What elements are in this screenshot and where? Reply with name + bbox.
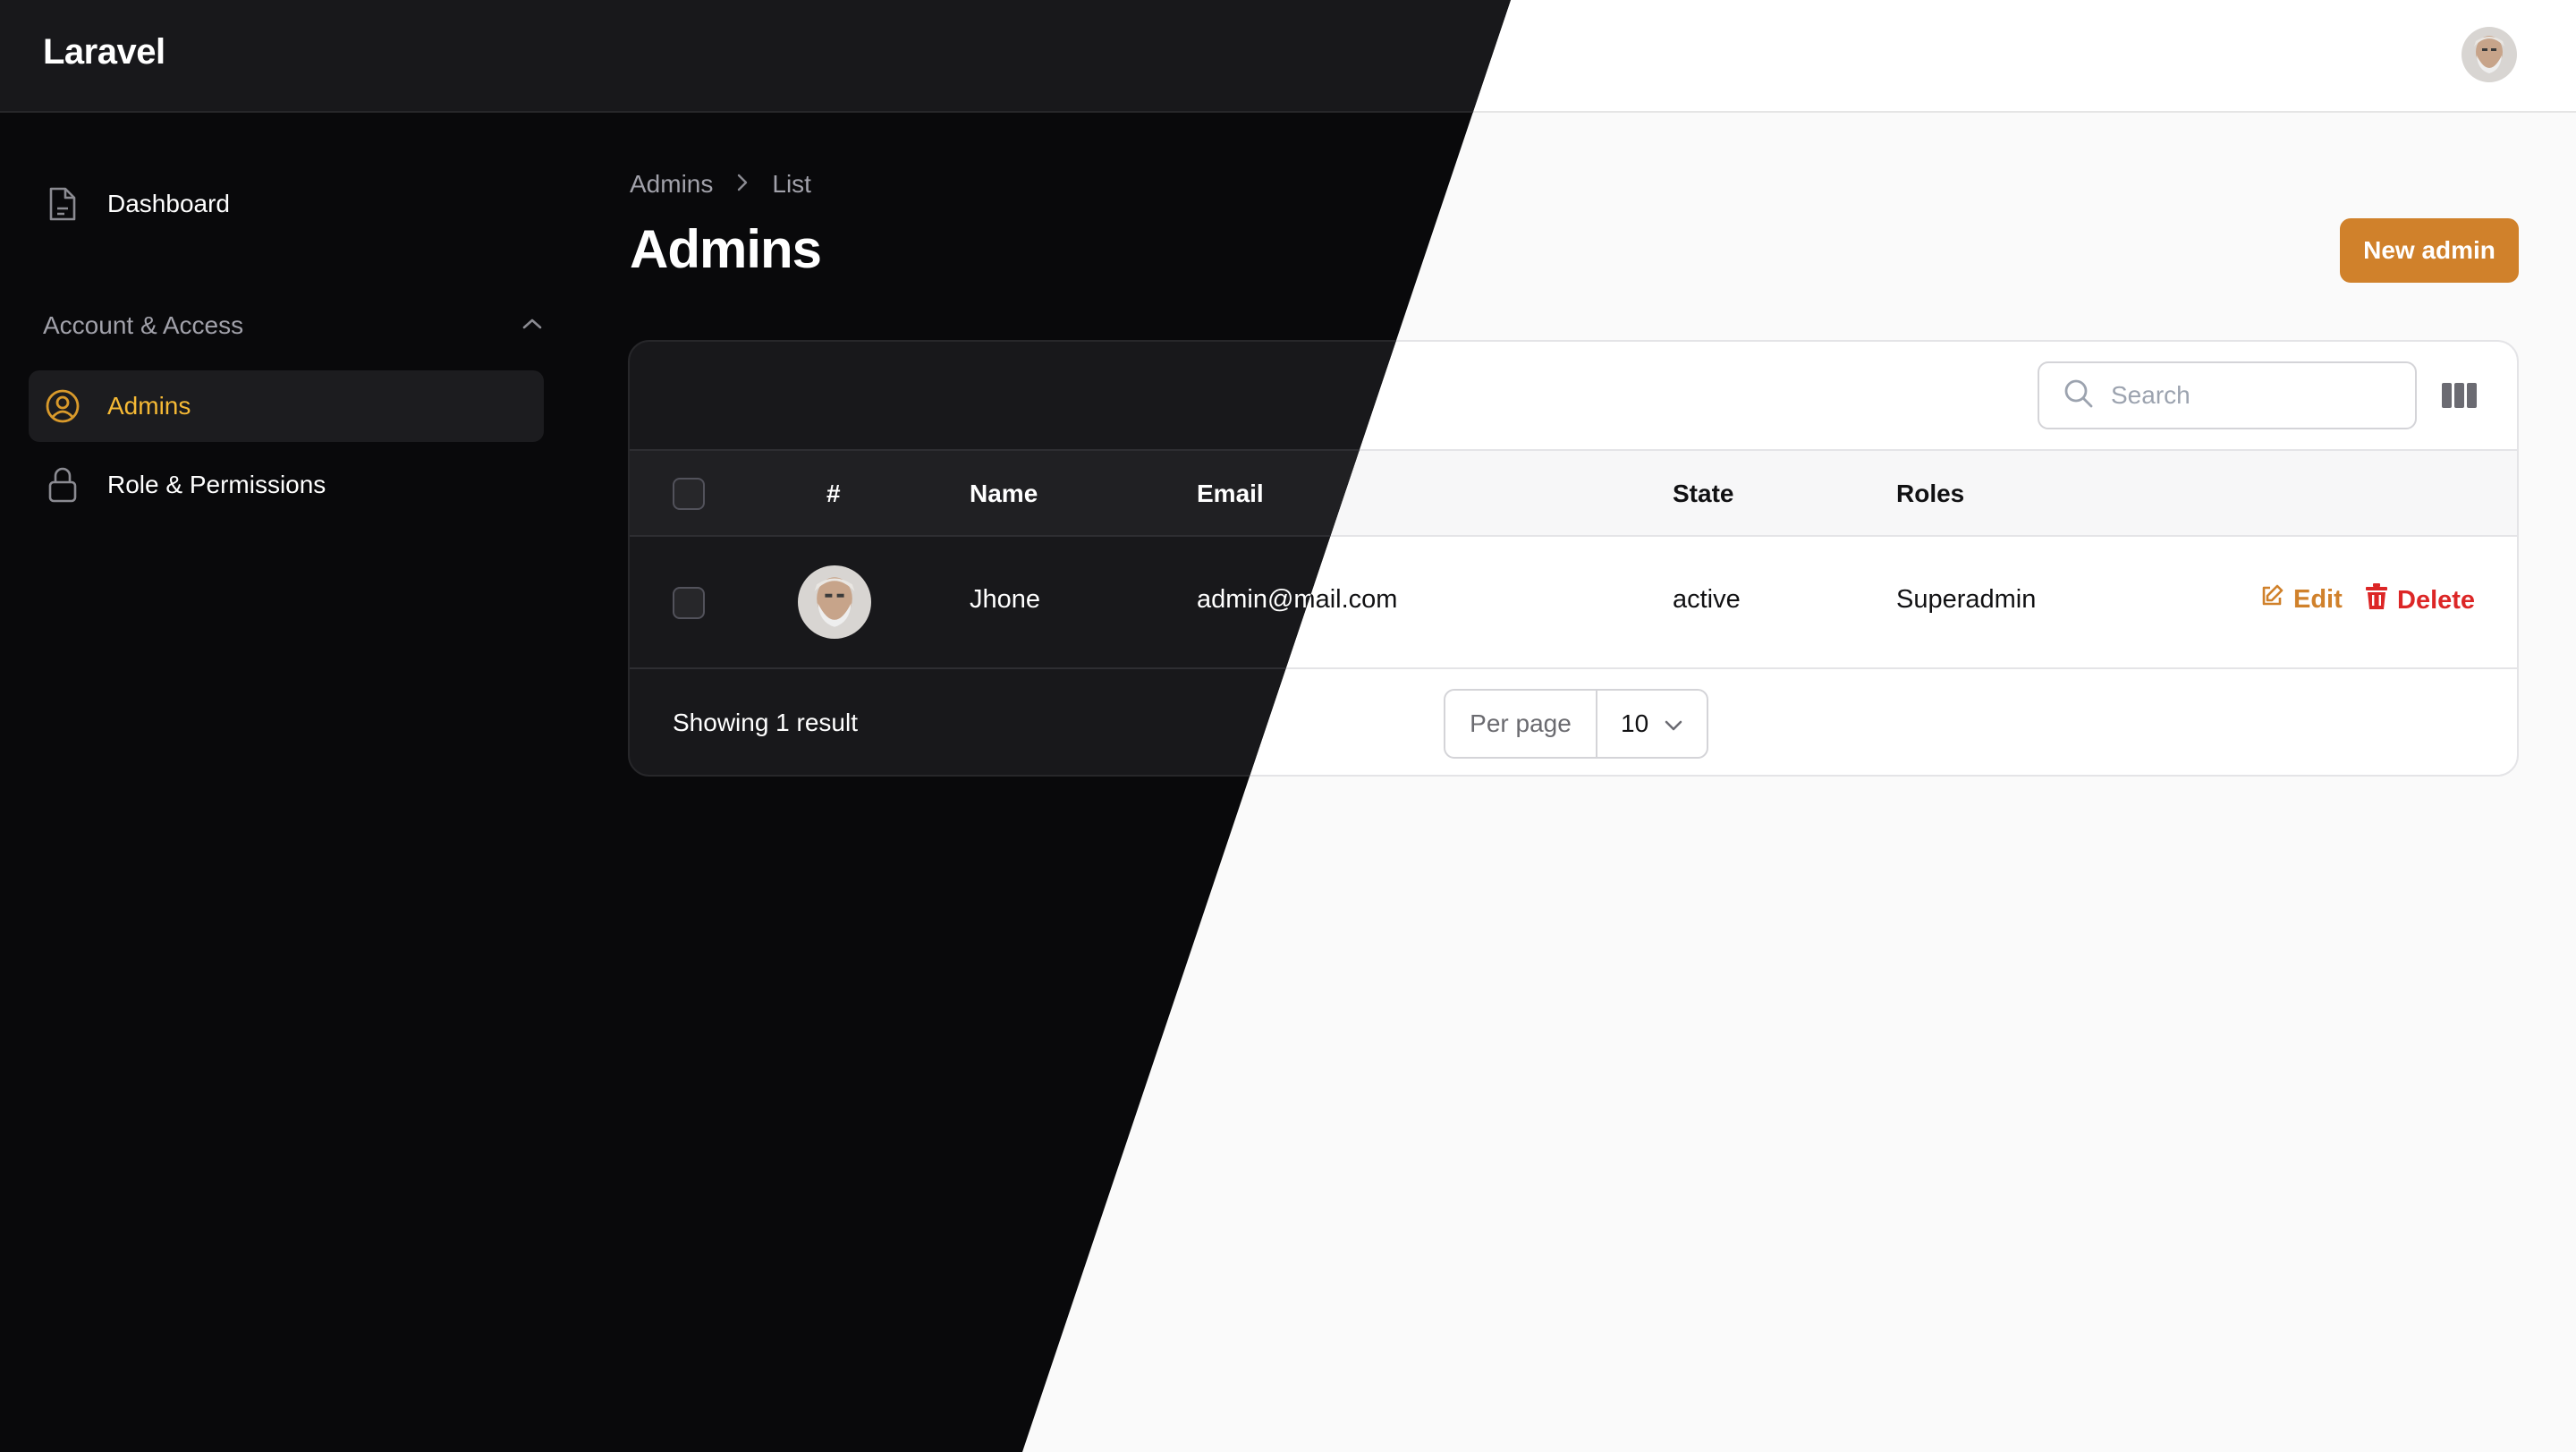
sidebar-item-label: Admins [107, 392, 191, 420]
nav-group-account-access[interactable]: Account & Access [43, 308, 544, 344]
breadcrumb-link-admins[interactable]: Admins [630, 170, 713, 199]
new-admin-button[interactable]: New admin [2340, 218, 2519, 283]
sidebar-item-admins[interactable]: Admins [29, 370, 544, 442]
column-header-id[interactable]: # [826, 480, 841, 508]
cell-state: active [1673, 585, 1741, 614]
per-page-select[interactable]: 10 [1597, 691, 1707, 757]
brand-logo[interactable]: Laravel [43, 32, 165, 72]
per-page-selector[interactable]: Per page 10 [1444, 689, 1708, 759]
page-title: Admins [630, 219, 822, 279]
delete-label: Delete [2397, 585, 2476, 615]
edit-button[interactable]: Edit [2259, 583, 2343, 616]
sidebar-item-label: Dashboard [107, 190, 230, 217]
chevron-up-icon [521, 317, 544, 335]
sidebar-item-role-permissions[interactable]: Role & Permissions [29, 449, 544, 521]
admin-avatar [798, 565, 871, 639]
lock-icon [45, 467, 80, 503]
breadcrumb: Admins List [630, 170, 811, 199]
select-all-checkbox[interactable] [673, 478, 705, 510]
nav-group-label: Account & Access [43, 311, 244, 339]
column-header-name[interactable]: Name [970, 480, 1038, 508]
sidebar-item-label: Role & Permissions [107, 471, 326, 498]
chevron-right-icon [736, 170, 749, 199]
chevron-down-icon [1664, 709, 1683, 738]
row-checkbox[interactable] [673, 587, 705, 619]
edit-label: Edit [2293, 584, 2343, 614]
per-page-label: Per page [1445, 691, 1597, 757]
trash-icon [2365, 583, 2388, 617]
search-icon [2063, 378, 2095, 414]
document-icon [45, 186, 80, 222]
sidebar: Dashboard Account & Access Admins [0, 115, 572, 1452]
edit-icon [2259, 583, 2284, 616]
results-summary: Showing 1 result [673, 709, 859, 736]
cell-roles: Superadmin [1896, 585, 2037, 614]
column-header-roles[interactable]: Roles [1896, 480, 1964, 508]
column-header-email[interactable]: Email [1197, 480, 1264, 508]
column-header-state[interactable]: State [1673, 480, 1733, 508]
search-input[interactable]: Search [2038, 361, 2417, 429]
cell-name: Jhone [970, 585, 1041, 614]
breadcrumb-current: List [772, 170, 811, 198]
per-page-value: 10 [1621, 709, 1649, 737]
columns-toggle-icon[interactable] [2442, 381, 2478, 410]
delete-button[interactable]: Delete [2365, 583, 2475, 617]
search-placeholder: Search [2111, 381, 2190, 409]
user-circle-icon [45, 388, 80, 424]
sidebar-item-dashboard[interactable]: Dashboard [29, 168, 544, 240]
user-avatar[interactable] [2462, 27, 2517, 82]
